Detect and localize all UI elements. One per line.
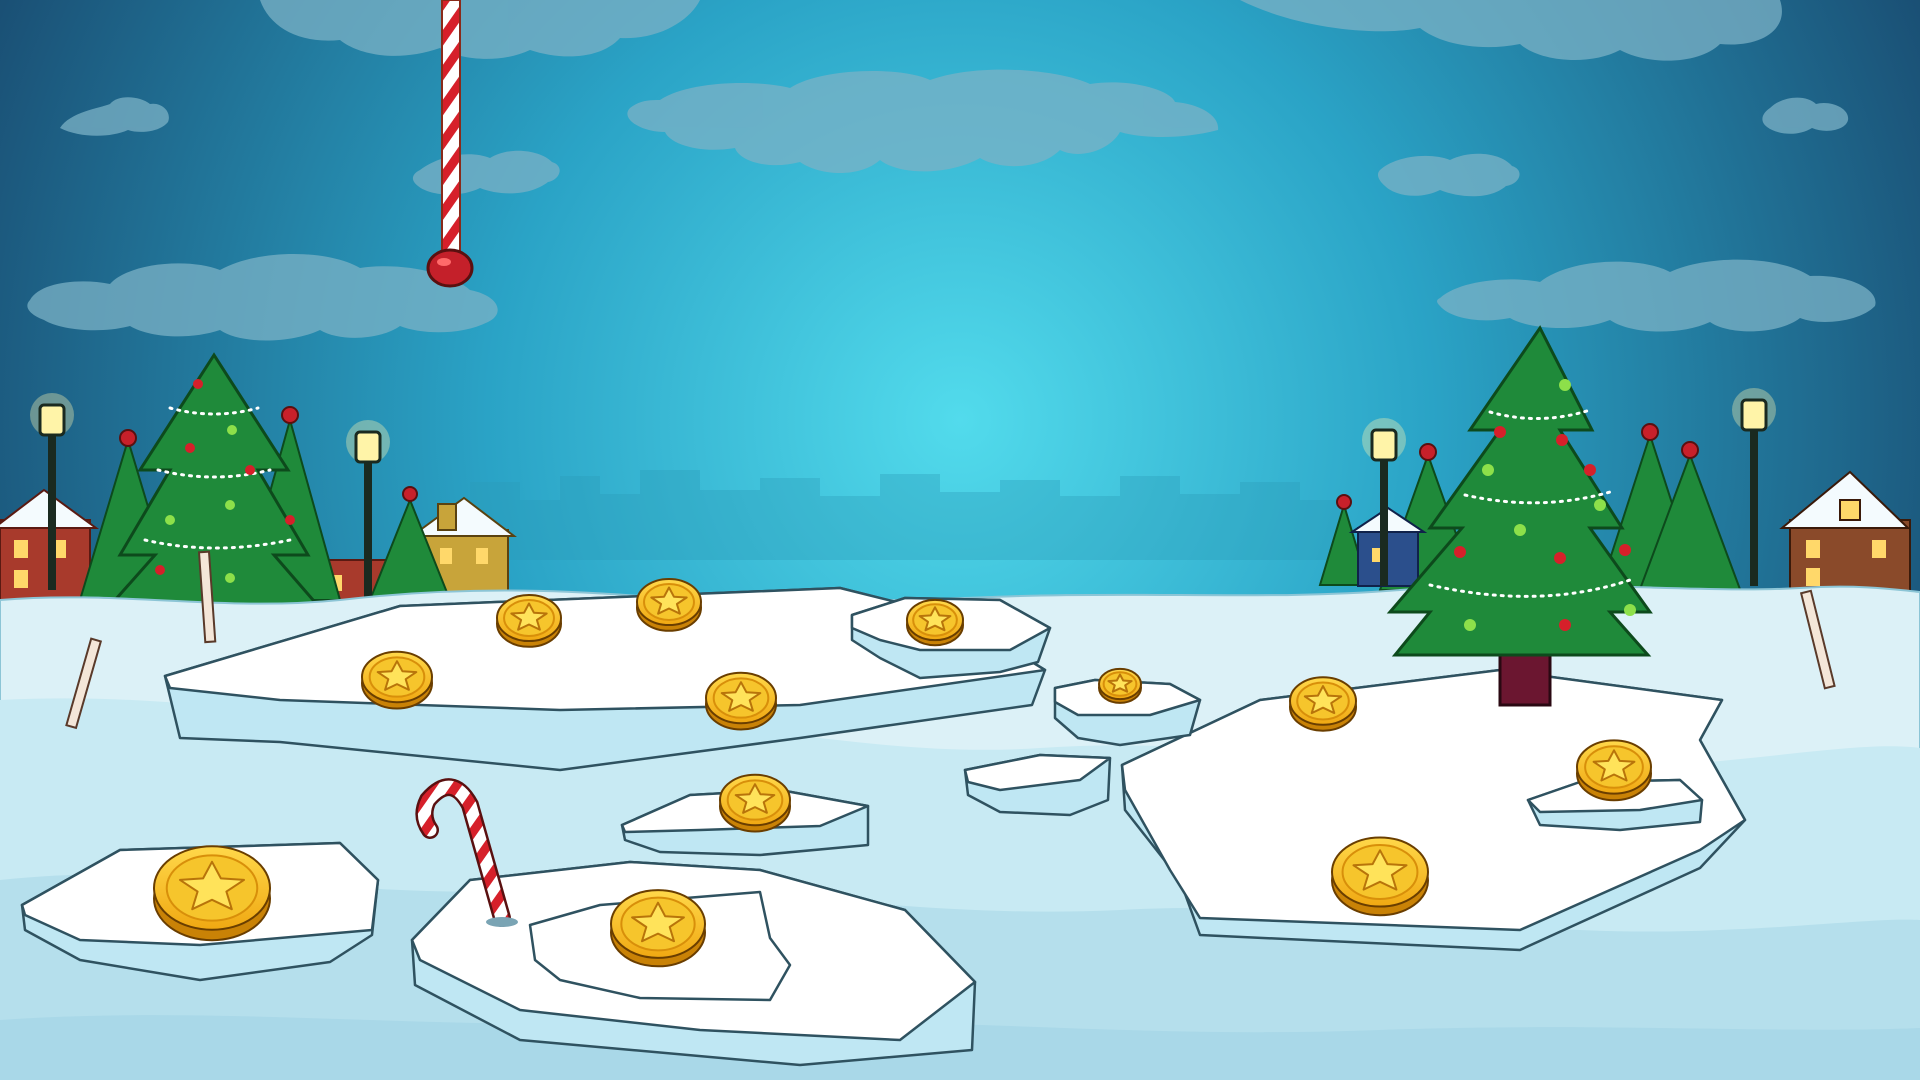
tree-ornament-top: [1419, 443, 1437, 461]
star-coin-icon[interactable]: [636, 577, 702, 632]
tree-ornament-top: [1336, 494, 1352, 510]
tree-ornament-top: [1641, 423, 1659, 441]
star-coin-icon[interactable]: [719, 773, 791, 833]
star-coin-icon[interactable]: [361, 650, 433, 710]
tree-ornament-top: [1681, 441, 1699, 459]
star-coin-icon[interactable]: [1098, 667, 1142, 704]
star-coin-icon[interactable]: [1576, 739, 1652, 802]
star-coin-icon[interactable]: [705, 671, 777, 731]
star-coin-icon[interactable]: [153, 845, 271, 942]
tree-ornament-top: [119, 429, 137, 447]
star-coin-icon[interactable]: [496, 593, 562, 648]
game-scene: [0, 0, 1920, 1080]
star-coin-icon[interactable]: [1289, 676, 1357, 732]
star-coin-icon[interactable]: [610, 889, 706, 968]
star-coin-icon[interactable]: [906, 598, 964, 647]
tree-ornament-top: [281, 406, 299, 424]
scene-canvas: [0, 0, 1920, 1080]
tree-ornament-top: [402, 486, 418, 502]
star-coin-icon[interactable]: [1331, 836, 1429, 917]
cloud: [1377, 153, 1520, 197]
